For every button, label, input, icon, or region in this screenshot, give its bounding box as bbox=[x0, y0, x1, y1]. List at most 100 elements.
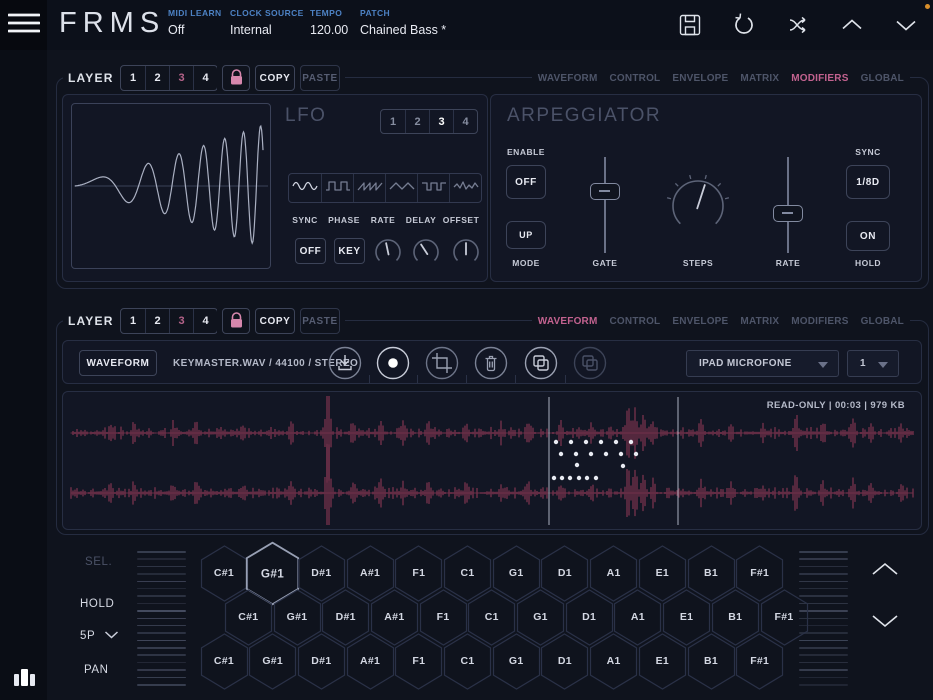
waveform-mode-button[interactable]: WAVEFORM bbox=[79, 350, 157, 376]
arp-gate-label: GATE bbox=[575, 258, 635, 268]
slider-handle[interactable] bbox=[773, 205, 803, 222]
note-button-cs1-row3[interactable]: C#1 bbox=[200, 633, 249, 690]
note-button-f1-row3[interactable]: F1 bbox=[394, 633, 443, 690]
lfo-delay-knob[interactable] bbox=[405, 231, 447, 278]
keyboard-toggle-button[interactable] bbox=[12, 664, 36, 686]
copy-button[interactable]: COPY bbox=[255, 308, 295, 334]
slider-track bbox=[604, 157, 606, 253]
arp-hold-button[interactable]: ON bbox=[846, 221, 890, 251]
input-device-dropdown[interactable]: IPAD MICROFONE bbox=[686, 350, 839, 377]
note-button-g1-row3[interactable]: G1 bbox=[492, 633, 541, 690]
scale-selector[interactable]: 5P bbox=[80, 630, 119, 642]
tab-global[interactable]: GLOBAL bbox=[861, 316, 904, 327]
nav-down-button[interactable] bbox=[893, 12, 919, 38]
shuffle-button[interactable] bbox=[785, 12, 811, 38]
tab-control[interactable]: CONTROL bbox=[610, 316, 661, 327]
lfo-rate-knob[interactable] bbox=[367, 231, 409, 278]
tab-envelope[interactable]: ENVELOPE bbox=[672, 316, 728, 327]
lfo-sync-button[interactable]: OFF bbox=[295, 238, 326, 264]
topbar-field-tempo[interactable]: TEMPO120.00 bbox=[310, 8, 348, 37]
crop-icon bbox=[425, 367, 459, 384]
select-mode-label[interactable]: SEL. bbox=[85, 556, 112, 568]
arp-steps-knob[interactable] bbox=[664, 172, 732, 245]
layer-button-2[interactable]: 2 bbox=[145, 309, 169, 333]
undo-button[interactable] bbox=[731, 12, 757, 38]
tab-matrix[interactable]: MATRIX bbox=[740, 316, 779, 327]
lfo-phase-button[interactable]: KEY bbox=[334, 238, 365, 264]
crop-button[interactable] bbox=[425, 346, 459, 380]
note-button-d1-row3[interactable]: D1 bbox=[540, 633, 589, 690]
topbar-field-clock-source[interactable]: CLOCK SOURCEInternal bbox=[230, 8, 304, 37]
lfo-waveform-display bbox=[71, 103, 271, 269]
layer-button-1[interactable]: 1 bbox=[121, 309, 145, 333]
paste-button[interactable]: PASTE bbox=[300, 65, 340, 91]
layer-button-1[interactable]: 1 bbox=[121, 66, 145, 90]
lock-button[interactable] bbox=[222, 65, 250, 91]
lfo-select-1[interactable]: 1 bbox=[381, 110, 405, 133]
lfo-shape-triangle-button[interactable] bbox=[385, 174, 417, 202]
copy-button[interactable]: COPY bbox=[255, 65, 295, 91]
lfo-offset-knob[interactable] bbox=[445, 231, 487, 278]
tab-waveform[interactable]: WAVEFORM bbox=[538, 73, 598, 84]
paste-button[interactable] bbox=[573, 346, 607, 380]
note-button-as1-row3[interactable]: A#1 bbox=[346, 633, 395, 690]
lfo-select-2[interactable]: 2 bbox=[405, 110, 429, 133]
layer-button-2[interactable]: 2 bbox=[145, 66, 169, 90]
tab-control[interactable]: CONTROL bbox=[610, 73, 661, 84]
slider-handle[interactable] bbox=[590, 183, 620, 200]
tab-modifiers[interactable]: MODIFIERS bbox=[791, 73, 848, 84]
layer-selector: 1234 bbox=[115, 63, 223, 93]
strip-line bbox=[137, 595, 186, 597]
note-button-e1-row3[interactable]: E1 bbox=[638, 633, 687, 690]
octave-down-button[interactable] bbox=[870, 613, 900, 629]
tab-envelope[interactable]: ENVELOPE bbox=[672, 73, 728, 84]
arp-mode-label: MODE bbox=[496, 258, 556, 268]
lfo-shape-sine-button[interactable] bbox=[289, 174, 321, 202]
strip-line bbox=[799, 566, 848, 568]
note-button-c1-row3[interactable]: C1 bbox=[443, 633, 492, 690]
tab-matrix[interactable]: MATRIX bbox=[740, 73, 779, 84]
layer-button-4[interactable]: 4 bbox=[193, 309, 217, 333]
channel-dropdown[interactable]: 1 bbox=[847, 350, 899, 377]
layer-button-3[interactable]: 3 bbox=[169, 309, 193, 333]
tab-global[interactable]: GLOBAL bbox=[861, 73, 904, 84]
note-label: E1 bbox=[638, 633, 687, 690]
menu-button[interactable] bbox=[0, 0, 47, 50]
nav-up-button[interactable] bbox=[839, 12, 865, 38]
lfo-select-4[interactable]: 4 bbox=[453, 110, 477, 133]
arp-sync-button[interactable]: 1/8D bbox=[846, 165, 890, 199]
arp-rate-slider[interactable] bbox=[773, 157, 803, 253]
paste-button[interactable]: PASTE bbox=[300, 308, 340, 334]
lfo-shape-pulse-button[interactable] bbox=[417, 174, 449, 202]
octave-up-button[interactable] bbox=[870, 560, 900, 576]
arp-gate-slider[interactable] bbox=[590, 157, 620, 253]
piano-icon bbox=[14, 669, 35, 686]
note-button-gs1-row3[interactable]: G#1 bbox=[248, 633, 297, 690]
tab-waveform[interactable]: WAVEFORM bbox=[538, 316, 598, 327]
lfo-select-3[interactable]: 3 bbox=[429, 110, 453, 133]
note-button-a1-row3[interactable]: A1 bbox=[589, 633, 638, 690]
lfo-shape-random-button[interactable] bbox=[449, 174, 481, 202]
lfo-shape-saw-button[interactable] bbox=[353, 174, 385, 202]
copy-icon bbox=[524, 367, 558, 384]
tab-modifiers[interactable]: MODIFIERS bbox=[791, 316, 848, 327]
note-button-b1-row3[interactable]: B1 bbox=[687, 633, 736, 690]
hold-toggle[interactable]: HOLD bbox=[80, 598, 114, 610]
delete-button[interactable] bbox=[474, 346, 508, 380]
layer-button-3[interactable]: 3 bbox=[169, 66, 193, 90]
record-button[interactable] bbox=[376, 346, 410, 380]
toolbar-separator bbox=[369, 375, 370, 383]
note-button-ds1-row3[interactable]: D#1 bbox=[297, 633, 346, 690]
topbar-field-patch[interactable]: PATCHChained Bass * bbox=[360, 8, 446, 37]
arp-enable-button[interactable]: OFF bbox=[506, 165, 546, 199]
copy-button[interactable] bbox=[524, 346, 558, 380]
arp-enable-label: ENABLE bbox=[496, 147, 556, 157]
topbar-field-midi-learn[interactable]: MIDI LEARNOff bbox=[168, 8, 222, 37]
lock-button[interactable] bbox=[222, 308, 250, 334]
layer-button-4[interactable]: 4 bbox=[193, 66, 217, 90]
note-button-fs1-row3[interactable]: F#1 bbox=[735, 633, 784, 690]
save-button[interactable] bbox=[677, 12, 703, 38]
lfo-shape-square-button[interactable] bbox=[321, 174, 353, 202]
download-button[interactable] bbox=[328, 346, 362, 380]
arp-mode-button[interactable]: UP bbox=[506, 221, 546, 249]
